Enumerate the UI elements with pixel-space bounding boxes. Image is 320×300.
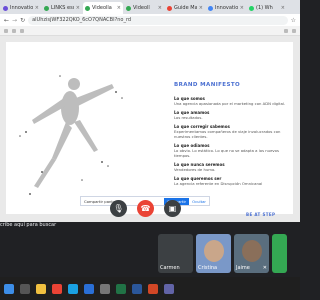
browser-tab[interactable]: (1) Wh × [247, 2, 287, 14]
participant-tile[interactable]: Cristina [196, 234, 231, 273]
tab-close-icon[interactable]: × [281, 5, 285, 11]
mic-off-button[interactable]: 🎙 [110, 200, 127, 217]
os-taskbar [0, 277, 300, 300]
avatar [204, 240, 224, 262]
tab-favicon-icon [249, 5, 254, 11]
avatar [242, 240, 262, 262]
tab-close-icon[interactable]: × [240, 5, 244, 11]
mail-icon[interactable] [84, 283, 94, 294]
pdf-toolbar [0, 26, 300, 36]
windows-start-icon[interactable] [4, 283, 14, 294]
manifesto-item-text: Los resultados. [174, 115, 203, 120]
word-icon[interactable] [132, 283, 142, 294]
manifesto-item-text: Vendedores de humo. [174, 167, 216, 172]
mic-off-icon: ✕ [262, 265, 267, 271]
pdf-viewer: BRAND MANIFESTO Lo que somos Una agencia … [0, 36, 300, 222]
browser-tab[interactable]: Innovation× [1, 2, 41, 14]
tab-label: LINKS escol [51, 5, 74, 11]
tab-label: Innovation [215, 5, 238, 11]
camera-off-button[interactable]: ▣ [164, 200, 181, 217]
manifesto-title: BRAND MANIFESTO [174, 82, 241, 88]
manifesto-item: Lo que somos Una agencia apasionada por e… [174, 96, 286, 106]
chrome-icon[interactable] [52, 283, 62, 294]
end-call-button[interactable]: ☎ [137, 200, 154, 217]
edge-icon[interactable] [68, 283, 78, 294]
tab-favicon-icon [85, 5, 90, 11]
tab-favicon-icon [208, 5, 213, 11]
manifesto-item: Lo que nunca seremos Vendedores de humo. [174, 162, 286, 172]
browser-tab[interactable]: LINKS escol× [42, 2, 82, 14]
reload-icon[interactable]: ↻ [20, 17, 25, 24]
print-icon[interactable] [292, 28, 296, 33]
tab-favicon-icon [3, 5, 8, 11]
tab-label: (1) Wh [256, 5, 273, 11]
manifesto-item: Lo que odiamos Lo obvio. Lo estático. Lo … [174, 143, 286, 158]
manifesto-item-text: Una agencia apasionada por el marketing … [174, 101, 286, 106]
zoom-out-icon[interactable] [12, 28, 16, 33]
store-icon[interactable] [100, 283, 110, 294]
search-hint[interactable]: cribe aquí para buscar [0, 222, 56, 228]
menu-icon[interactable] [4, 28, 8, 33]
manifesto-item: Lo que queremos ser La agencia referente … [174, 176, 286, 186]
back-icon[interactable]: ← [4, 17, 9, 24]
search-icon[interactable] [20, 283, 30, 294]
manifesto-item: Lo que corregir sabemos Experimentamos co… [174, 124, 286, 139]
address-bar: ← → ↻ alUhzisjWF322QKO_6cO7QNACBI?no_rd … [0, 14, 300, 26]
manifesto-item-text: Experimentamos compañeros de viaje invol… [174, 129, 281, 139]
camera-off-icon: ▣ [168, 204, 177, 213]
excel-icon[interactable] [116, 283, 126, 294]
tab-label: Guide Mana [174, 5, 197, 11]
tab-label: Videoll [133, 5, 150, 11]
tab-favicon-icon [167, 5, 172, 11]
zoom-in-icon[interactable] [20, 28, 24, 33]
page-footer-label: BE AT STEP [246, 212, 276, 217]
jumping-figure-illustration [19, 75, 123, 195]
forward-icon[interactable]: → [12, 17, 17, 24]
manifesto-item-text: Lo obvio. Lo estático. Lo que no se adap… [174, 148, 279, 158]
manifesto-item-text: La agencia referente en Disrupción Omnic… [174, 181, 263, 186]
pdf-page: BRAND MANIFESTO Lo que somos Una agencia … [6, 42, 293, 217]
powerpoint-icon[interactable] [148, 283, 158, 294]
tab-close-icon[interactable]: × [158, 5, 162, 11]
tab-favicon-icon [126, 5, 131, 11]
meeting-strip: cribe aquí para buscar Carmen Cristina J… [0, 222, 300, 277]
hangup-icon: ☎ [140, 204, 151, 213]
tab-close-icon[interactable]: × [76, 5, 80, 11]
tab-close-icon[interactable]: × [117, 5, 121, 11]
tab-favicon-icon [44, 5, 49, 11]
manifesto-item: Lo que amamos Los resultados. [174, 110, 286, 120]
participant-tile-partial[interactable] [272, 234, 287, 273]
hide-button[interactable]: Ocultar [192, 199, 206, 204]
tab-close-icon[interactable]: × [199, 5, 203, 11]
tab-label: Innovation [10, 5, 33, 11]
mic-off-icon: 🎙 [113, 204, 124, 213]
url-field[interactable]: alUhzisjWF322QKO_6cO7QNACBI?no_rd [28, 15, 288, 25]
tab-close-icon[interactable]: × [35, 5, 39, 11]
participant-name: Jaime [236, 265, 250, 271]
participant-name: Carmen [160, 265, 180, 271]
file-explorer-icon[interactable] [36, 283, 46, 294]
browser-tab-bar: Innovation×LINKS escol×Videolla×Videoll×… [0, 0, 300, 14]
participant-name: Cristina [198, 265, 218, 271]
participant-tile[interactable]: Carmen [158, 234, 193, 273]
browser-tab[interactable]: Guide Mana× [165, 2, 205, 14]
browser-tab[interactable]: Videolla × [83, 2, 123, 14]
tab-label: Videolla [92, 5, 112, 11]
brand-manifesto: BRAND MANIFESTO Lo que somos Una agencia … [174, 82, 286, 190]
teams-icon[interactable] [164, 283, 174, 294]
call-controls: 🎙 ☎ ▣ [110, 200, 181, 217]
participant-tile[interactable]: Jaime ✕ [234, 234, 269, 273]
download-icon[interactable] [284, 28, 288, 33]
star-icon[interactable]: ☆ [291, 17, 296, 24]
browser-tab[interactable]: Videoll × [124, 2, 164, 14]
browser-tab[interactable]: Innovation× [206, 2, 246, 14]
